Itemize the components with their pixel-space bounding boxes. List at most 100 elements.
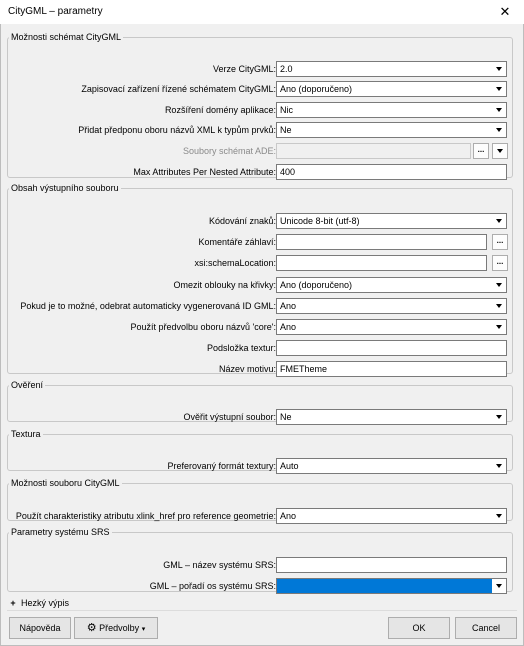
arcs-label: Omezit oblouky na křivky: bbox=[173, 280, 276, 290]
chevron-down-icon[interactable] bbox=[492, 103, 506, 117]
arcs-select[interactable]: Ano (doporučeno) bbox=[276, 277, 507, 293]
srs-axis-label: GML – pořadí os systému SRS: bbox=[149, 581, 276, 591]
arcs-value: Ano (doporučeno) bbox=[280, 280, 353, 290]
help-button[interactable]: Nápověda bbox=[9, 617, 71, 639]
row-texture-format: Preferovaný formát textury: Auto bbox=[8, 458, 512, 474]
row-srs-axis: GML – pořadí os systému SRS: bbox=[8, 578, 512, 594]
footer-separator bbox=[7, 610, 517, 611]
row-tex-subfolder: Podsložka textur: bbox=[8, 340, 512, 356]
writer-label: Zapisovací zařízení řízené schématem Cit… bbox=[81, 84, 276, 94]
theme-label: Název motivu: bbox=[218, 364, 276, 374]
srs-group: Parametry systému SRS GML – název systém… bbox=[7, 527, 513, 594]
schema-options-legend: Možnosti schémat CityGML bbox=[11, 32, 122, 42]
ok-button[interactable]: OK bbox=[388, 617, 450, 639]
encoding-value: Unicode 8-bit (utf-8) bbox=[280, 216, 360, 226]
row-version: Verze CityGML: 2.0 bbox=[8, 61, 512, 77]
srs-legend: Parametry systému SRS bbox=[11, 527, 110, 537]
row-max-attrs: Max Attributes Per Nested Attribute: 400 bbox=[8, 164, 512, 180]
comments-input[interactable] bbox=[276, 234, 487, 250]
row-encoding: Kódování znaků: Unicode 8-bit (utf-8) bbox=[8, 213, 512, 229]
validate-label: Ověřit výstupní soubor: bbox=[183, 412, 276, 422]
row-core-ns: Použít předvolbu oboru názvů 'core': Ano bbox=[8, 319, 512, 335]
max-attrs-value: 400 bbox=[280, 167, 296, 177]
max-attrs-label: Max Attributes Per Nested Attribute: bbox=[133, 167, 276, 177]
srs-name-input[interactable] bbox=[276, 557, 507, 573]
ade-files-field bbox=[276, 143, 471, 159]
validate-select[interactable]: Ne bbox=[276, 409, 507, 425]
texture-legend: Textura bbox=[11, 429, 41, 439]
chevron-down-icon[interactable] bbox=[492, 320, 506, 334]
core-ns-select[interactable]: Ano bbox=[276, 319, 507, 335]
tex-subfolder-input[interactable] bbox=[276, 340, 507, 356]
version-value: 2.0 bbox=[280, 64, 293, 74]
prefix-label: Přidat předponu oboru názvů XML k typům … bbox=[78, 125, 276, 135]
pretty-print-expander[interactable]: + Hezký výpis bbox=[9, 598, 69, 608]
chevron-down-icon[interactable] bbox=[492, 299, 506, 313]
theme-input[interactable]: FMETheme bbox=[276, 361, 507, 377]
schemaloc-label: xsi:schemaLocation: bbox=[194, 258, 276, 268]
comments-label: Komentáře záhlaví: bbox=[198, 237, 276, 247]
xlink-select[interactable]: Ano bbox=[276, 508, 507, 524]
ade-files-browse-button[interactable]: ... bbox=[473, 143, 489, 159]
version-select[interactable]: 2.0 bbox=[276, 61, 507, 77]
prefix-value: Ne bbox=[280, 125, 292, 135]
chevron-down-icon[interactable] bbox=[492, 278, 506, 292]
cancel-button[interactable]: Cancel bbox=[455, 617, 517, 639]
remove-ids-label: Pokud je to možné, odebrat automaticky v… bbox=[20, 301, 276, 311]
version-label: Verze CityGML: bbox=[212, 64, 276, 74]
texture-group: Textura Preferovaný formát textury: Auto bbox=[7, 429, 513, 474]
ade-value: Nic bbox=[280, 105, 293, 115]
row-remove-ids: Pokud je to možné, odebrat automaticky v… bbox=[8, 298, 512, 314]
chevron-down-icon[interactable] bbox=[492, 459, 506, 473]
dropdown-triangle-icon: ▾ bbox=[141, 626, 146, 633]
row-ade: Rozšíření domény aplikace: Nic bbox=[8, 102, 512, 118]
gear-icon: ⚙ bbox=[86, 622, 97, 634]
row-ade-files: Soubory schémat ADE: ... bbox=[8, 143, 512, 159]
title-bar: CityGML – parametry ✕ bbox=[0, 0, 524, 24]
chevron-down-icon[interactable] bbox=[492, 62, 506, 76]
row-comments: Komentáře záhlaví: ... bbox=[8, 234, 512, 250]
schema-options-group: Možnosti schémat CityGML Verze CityGML: … bbox=[7, 32, 513, 180]
presets-label: Předvolby bbox=[99, 623, 140, 633]
remove-ids-select[interactable]: Ano bbox=[276, 298, 507, 314]
max-attrs-input[interactable]: 400 bbox=[276, 164, 507, 180]
chevron-down-icon[interactable] bbox=[492, 509, 506, 523]
output-content-legend: Obsah výstupního souboru bbox=[11, 183, 119, 193]
srs-axis-select[interactable] bbox=[276, 578, 507, 594]
row-schemaloc: xsi:schemaLocation: ... bbox=[8, 255, 512, 271]
ade-files-dropdown-button[interactable] bbox=[492, 143, 508, 159]
schemaloc-browse-button[interactable]: ... bbox=[492, 255, 508, 271]
row-theme: Název motivu: FMETheme bbox=[8, 361, 512, 377]
xlink-label: Použít charakteristiky atributu xlink_hr… bbox=[15, 511, 276, 521]
presets-button[interactable]: ⚙ Předvolby ▾ bbox=[74, 617, 158, 639]
file-options-legend: Možnosti souboru CityGML bbox=[11, 478, 120, 488]
ade-select[interactable]: Nic bbox=[276, 102, 507, 118]
encoding-select[interactable]: Unicode 8-bit (utf-8) bbox=[276, 213, 507, 229]
writer-value: Ano (doporučeno) bbox=[280, 84, 353, 94]
chevron-down-icon[interactable] bbox=[492, 410, 506, 424]
validation-legend: Ověření bbox=[11, 380, 44, 390]
texture-format-select[interactable]: Auto bbox=[276, 458, 507, 474]
expand-plus-icon[interactable]: + bbox=[9, 599, 17, 608]
srs-name-label: GML – název systému SRS: bbox=[163, 560, 276, 570]
chevron-down-icon[interactable] bbox=[492, 214, 506, 228]
core-ns-label: Použít předvolbu oboru názvů 'core': bbox=[130, 322, 276, 332]
pretty-print-label: Hezký výpis bbox=[21, 598, 70, 608]
encoding-label: Kódování znaků: bbox=[208, 216, 276, 226]
validation-group: Ověření Ověřit výstupní soubor: Ne bbox=[7, 380, 513, 425]
chevron-down-icon[interactable] bbox=[492, 82, 506, 96]
row-validate: Ověřit výstupní soubor: Ne bbox=[8, 409, 512, 425]
chevron-down-icon[interactable] bbox=[492, 123, 506, 137]
comments-browse-button[interactable]: ... bbox=[492, 234, 508, 250]
row-srs-name: GML – název systému SRS: bbox=[8, 557, 512, 573]
texture-format-value: Auto bbox=[280, 461, 299, 471]
close-icon[interactable]: ✕ bbox=[486, 0, 524, 24]
row-arcs: Omezit oblouky na křivky: Ano (doporučen… bbox=[8, 277, 512, 293]
ade-label: Rozšíření domény aplikace: bbox=[164, 105, 276, 115]
texture-format-label: Preferovaný formát textury: bbox=[167, 461, 276, 471]
window-title: CityGML – parametry bbox=[8, 6, 103, 17]
schemaloc-input[interactable] bbox=[276, 255, 487, 271]
prefix-select[interactable]: Ne bbox=[276, 122, 507, 138]
chevron-down-icon[interactable] bbox=[492, 579, 506, 593]
writer-select[interactable]: Ano (doporučeno) bbox=[276, 81, 507, 97]
